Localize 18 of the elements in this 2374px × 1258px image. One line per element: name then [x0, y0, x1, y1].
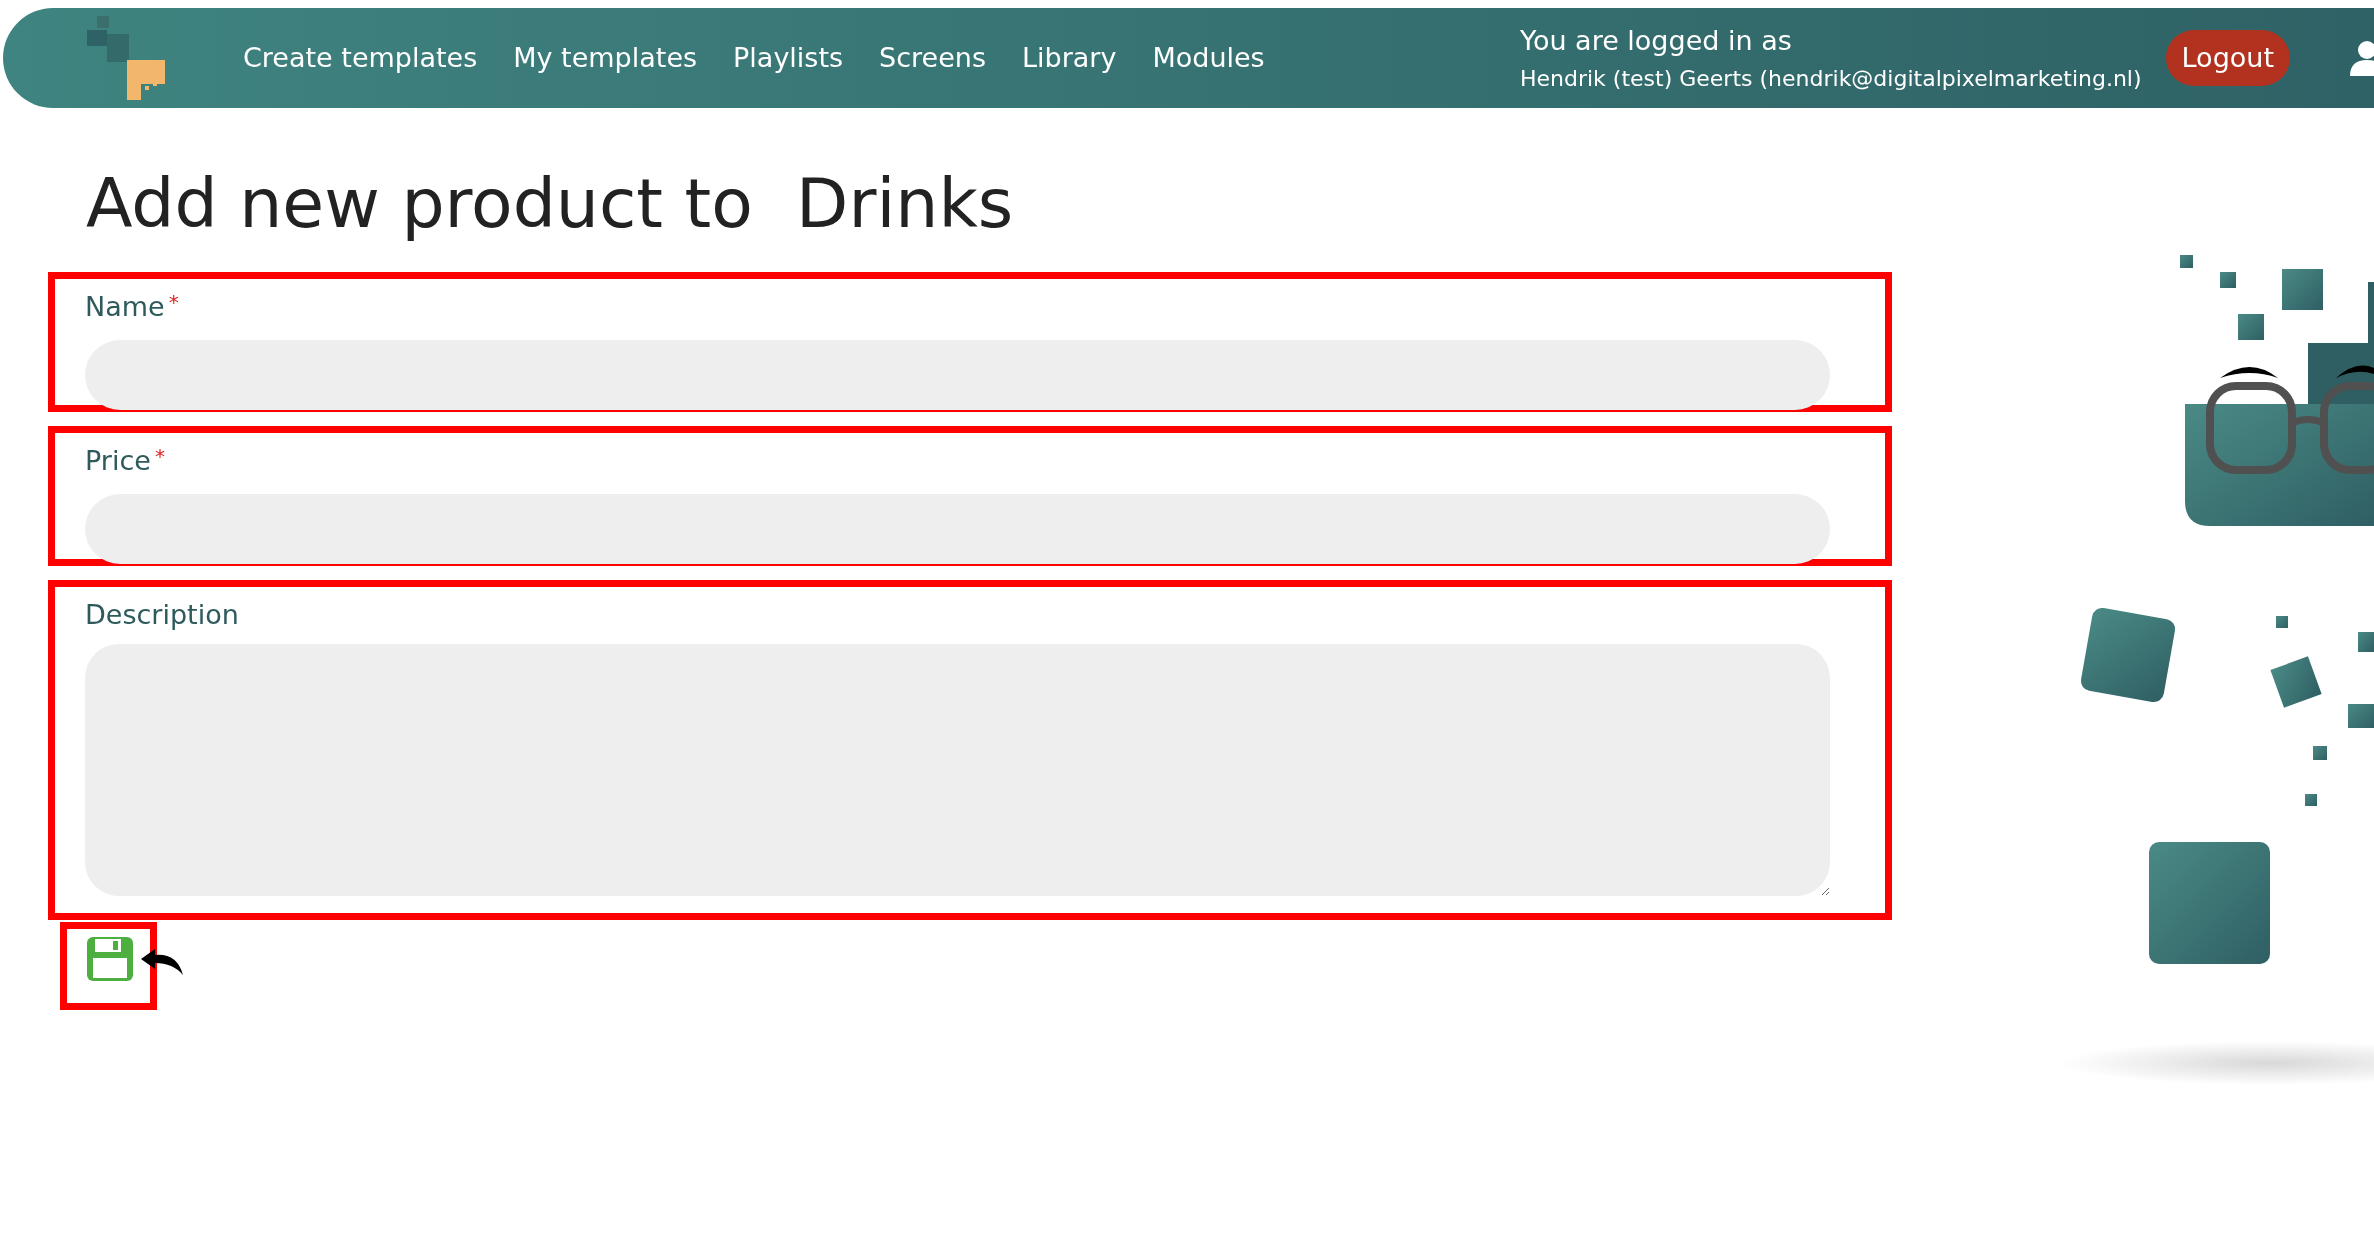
nav-link[interactable]: Playlists — [733, 37, 844, 79]
logo-icon — [87, 16, 167, 100]
field-label: Name — [85, 290, 165, 324]
logout-button[interactable]: Logout — [2165, 30, 2290, 86]
nav-link[interactable]: Screens — [879, 37, 986, 79]
nav-link[interactable]: Create templates — [243, 37, 478, 79]
user-name: Hendrik (test) Geerts (hendrik@digitalpixelmarketing.nl) — [1519, 64, 2142, 93]
description-field[interactable] — [85, 643, 1830, 896]
nav-link[interactable]: My templates — [513, 37, 698, 79]
nav-link[interactable]: Library — [1022, 37, 1117, 79]
save-button[interactable] — [60, 922, 157, 1010]
field-label: Price — [85, 444, 151, 478]
field-label: Description — [85, 598, 239, 632]
required-mark: * — [168, 289, 179, 316]
required-mark: * — [154, 443, 165, 470]
user-icon — [2350, 40, 2374, 76]
nav-link[interactable]: Modules — [1152, 37, 1265, 79]
login-status: You are logged in as — [1519, 24, 1793, 59]
